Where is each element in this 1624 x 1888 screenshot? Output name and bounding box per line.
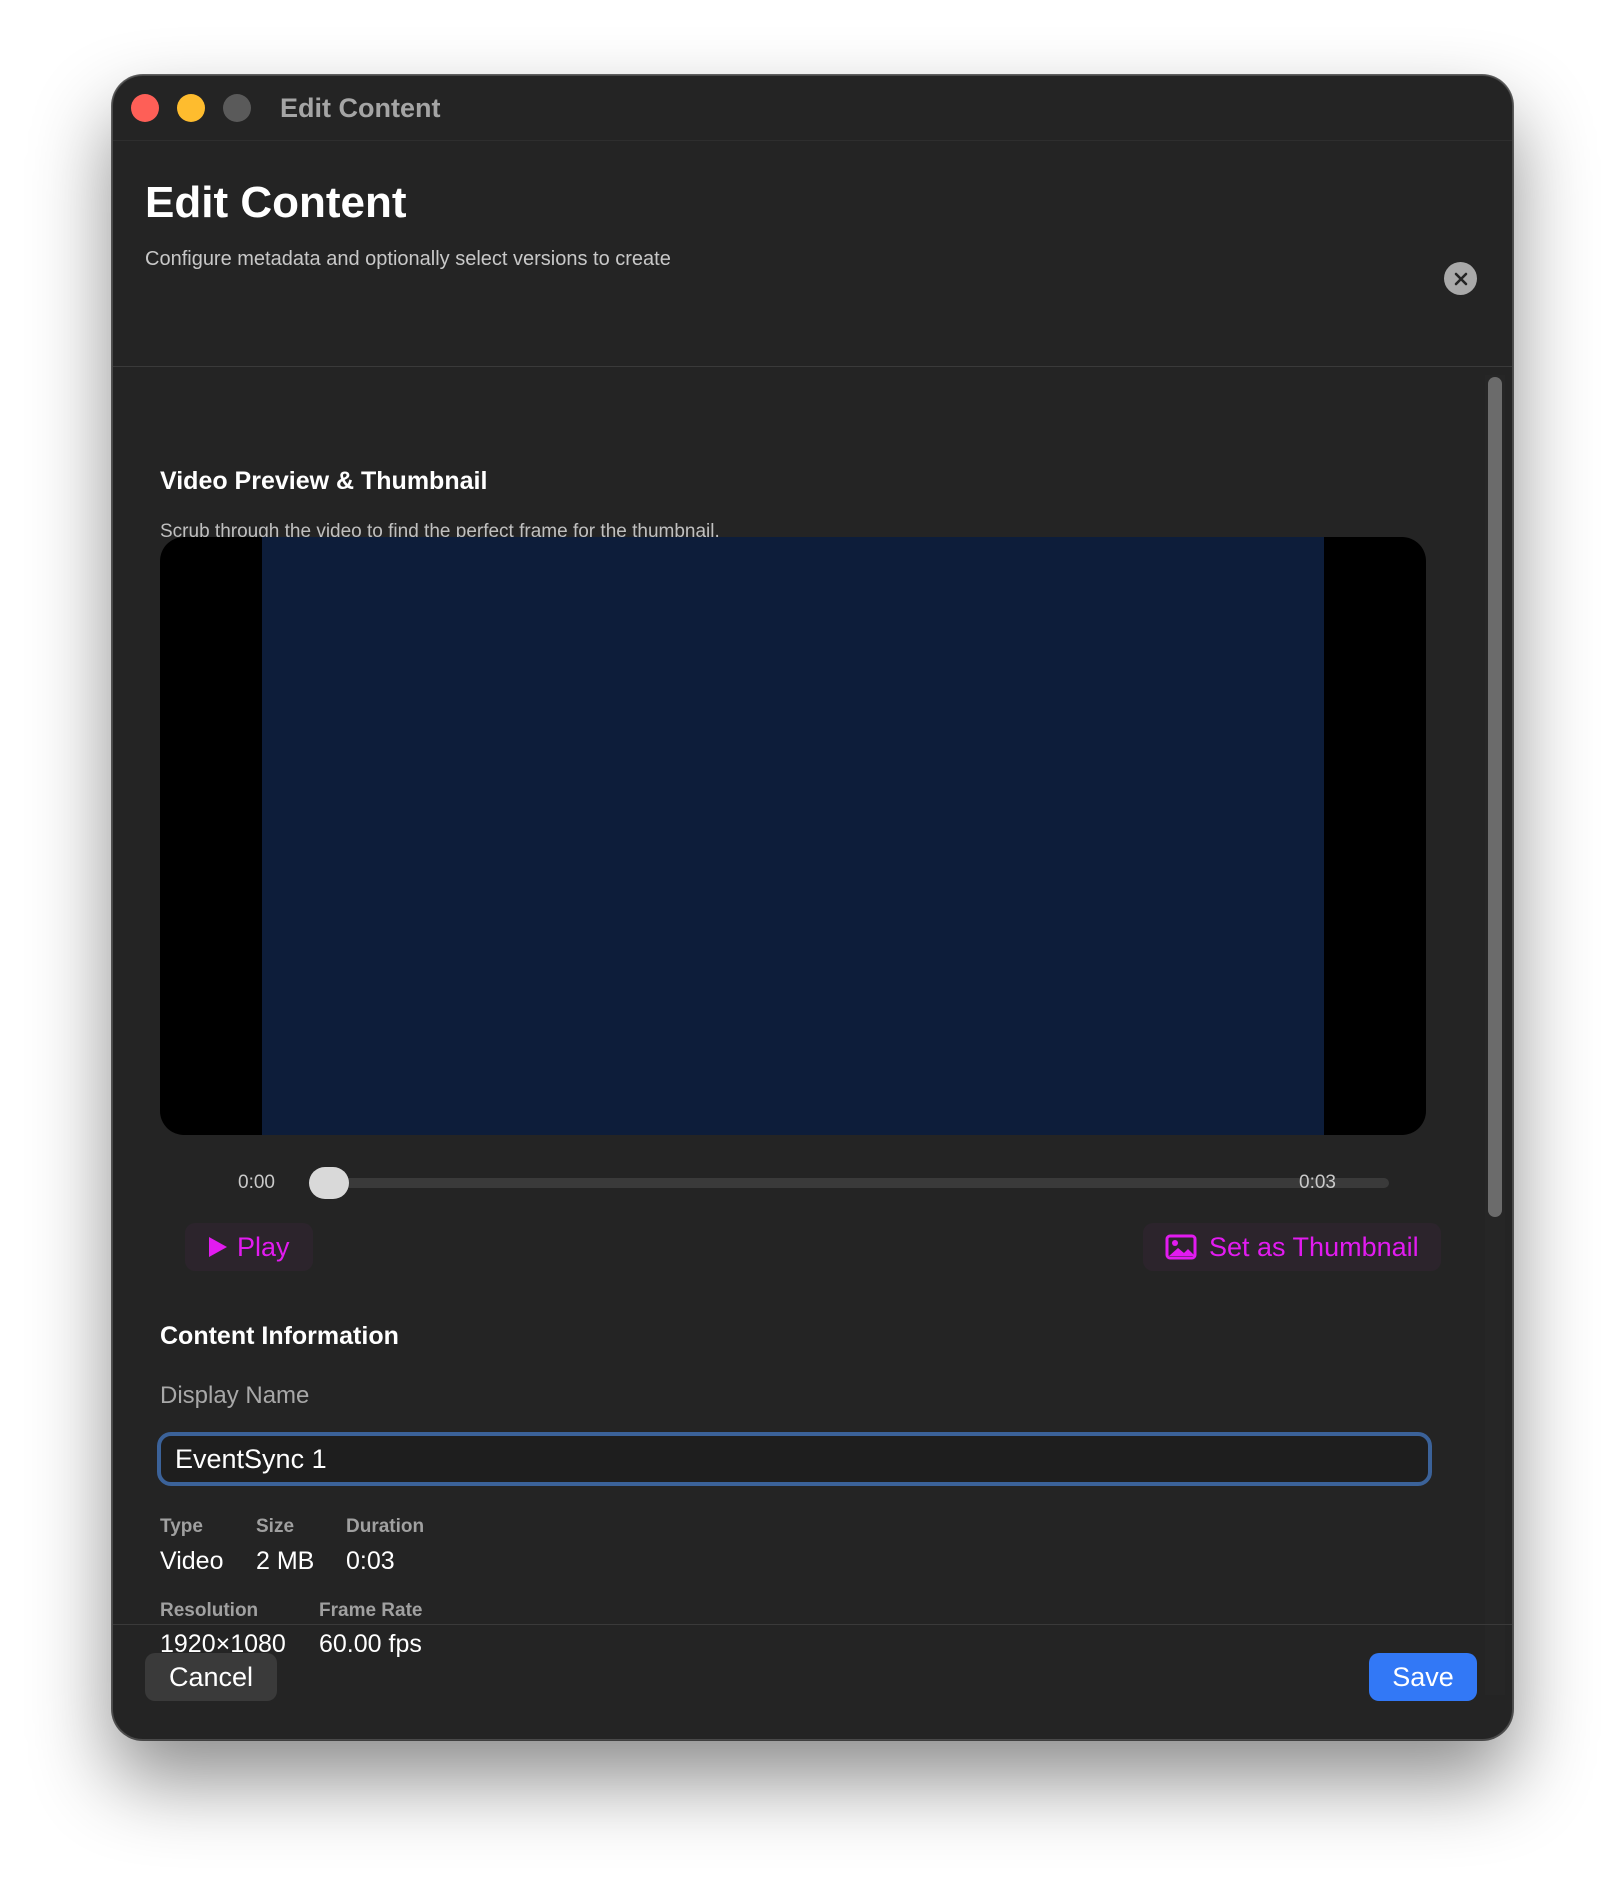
video-frame xyxy=(262,537,1324,1135)
cancel-button[interactable]: Cancel xyxy=(145,1653,277,1701)
info-section-title: Content Information xyxy=(160,1322,399,1350)
footer-divider xyxy=(113,1624,1512,1625)
photo-icon xyxy=(1165,1234,1197,1260)
close-icon xyxy=(1454,272,1467,285)
preview-section-title: Video Preview & Thumbnail xyxy=(160,467,488,495)
type-value: Video xyxy=(160,1547,224,1575)
save-button[interactable]: Save xyxy=(1369,1653,1477,1701)
scrub-track[interactable] xyxy=(313,1178,1389,1188)
play-icon xyxy=(209,1237,227,1257)
display-name-field[interactable]: EventSync 1 xyxy=(157,1432,1432,1486)
window-close-control[interactable] xyxy=(131,94,159,122)
play-button-label: Play xyxy=(237,1231,290,1262)
close-button[interactable] xyxy=(1444,262,1477,295)
duration-value: 0:03 xyxy=(346,1547,395,1575)
resolution-label: Resolution xyxy=(160,1600,259,1621)
set-thumbnail-label: Set as Thumbnail xyxy=(1209,1231,1419,1262)
window-zoom-control[interactable] xyxy=(223,94,251,122)
scroll-content: Video Preview & Thumbnail Scrub through … xyxy=(113,367,1512,1700)
size-value: 2 MB xyxy=(256,1547,315,1575)
page-subtitle: Configure metadata and optionally select… xyxy=(145,248,671,270)
frame-rate-label: Frame Rate xyxy=(319,1600,423,1621)
total-time: 0:03 xyxy=(1299,1172,1336,1193)
window-minimize-control[interactable] xyxy=(177,94,205,122)
dialog-header: Edit Content Configure metadata and opti… xyxy=(113,140,1512,367)
play-button[interactable]: Play xyxy=(185,1223,313,1271)
frame-rate-value: 60.00 fps xyxy=(319,1630,422,1658)
vertical-scrollbar[interactable] xyxy=(1485,375,1505,1695)
window-title: Edit Content xyxy=(280,93,441,123)
edit-content-window: Edit Content Edit Content Configure meta… xyxy=(112,75,1513,1740)
set-thumbnail-button[interactable]: Set as Thumbnail xyxy=(1143,1223,1441,1271)
video-preview[interactable] xyxy=(160,537,1426,1135)
size-label: Size xyxy=(256,1516,295,1537)
title-bar: Edit Content xyxy=(113,76,1512,141)
display-name-label: Display Name xyxy=(160,1382,310,1409)
type-label: Type xyxy=(160,1516,203,1537)
duration-label: Duration xyxy=(346,1516,425,1537)
scrollbar-thumb[interactable] xyxy=(1488,377,1502,1217)
page-title: Edit Content xyxy=(145,178,407,227)
scrub-handle[interactable] xyxy=(309,1167,349,1199)
current-time: 0:00 xyxy=(238,1172,275,1193)
